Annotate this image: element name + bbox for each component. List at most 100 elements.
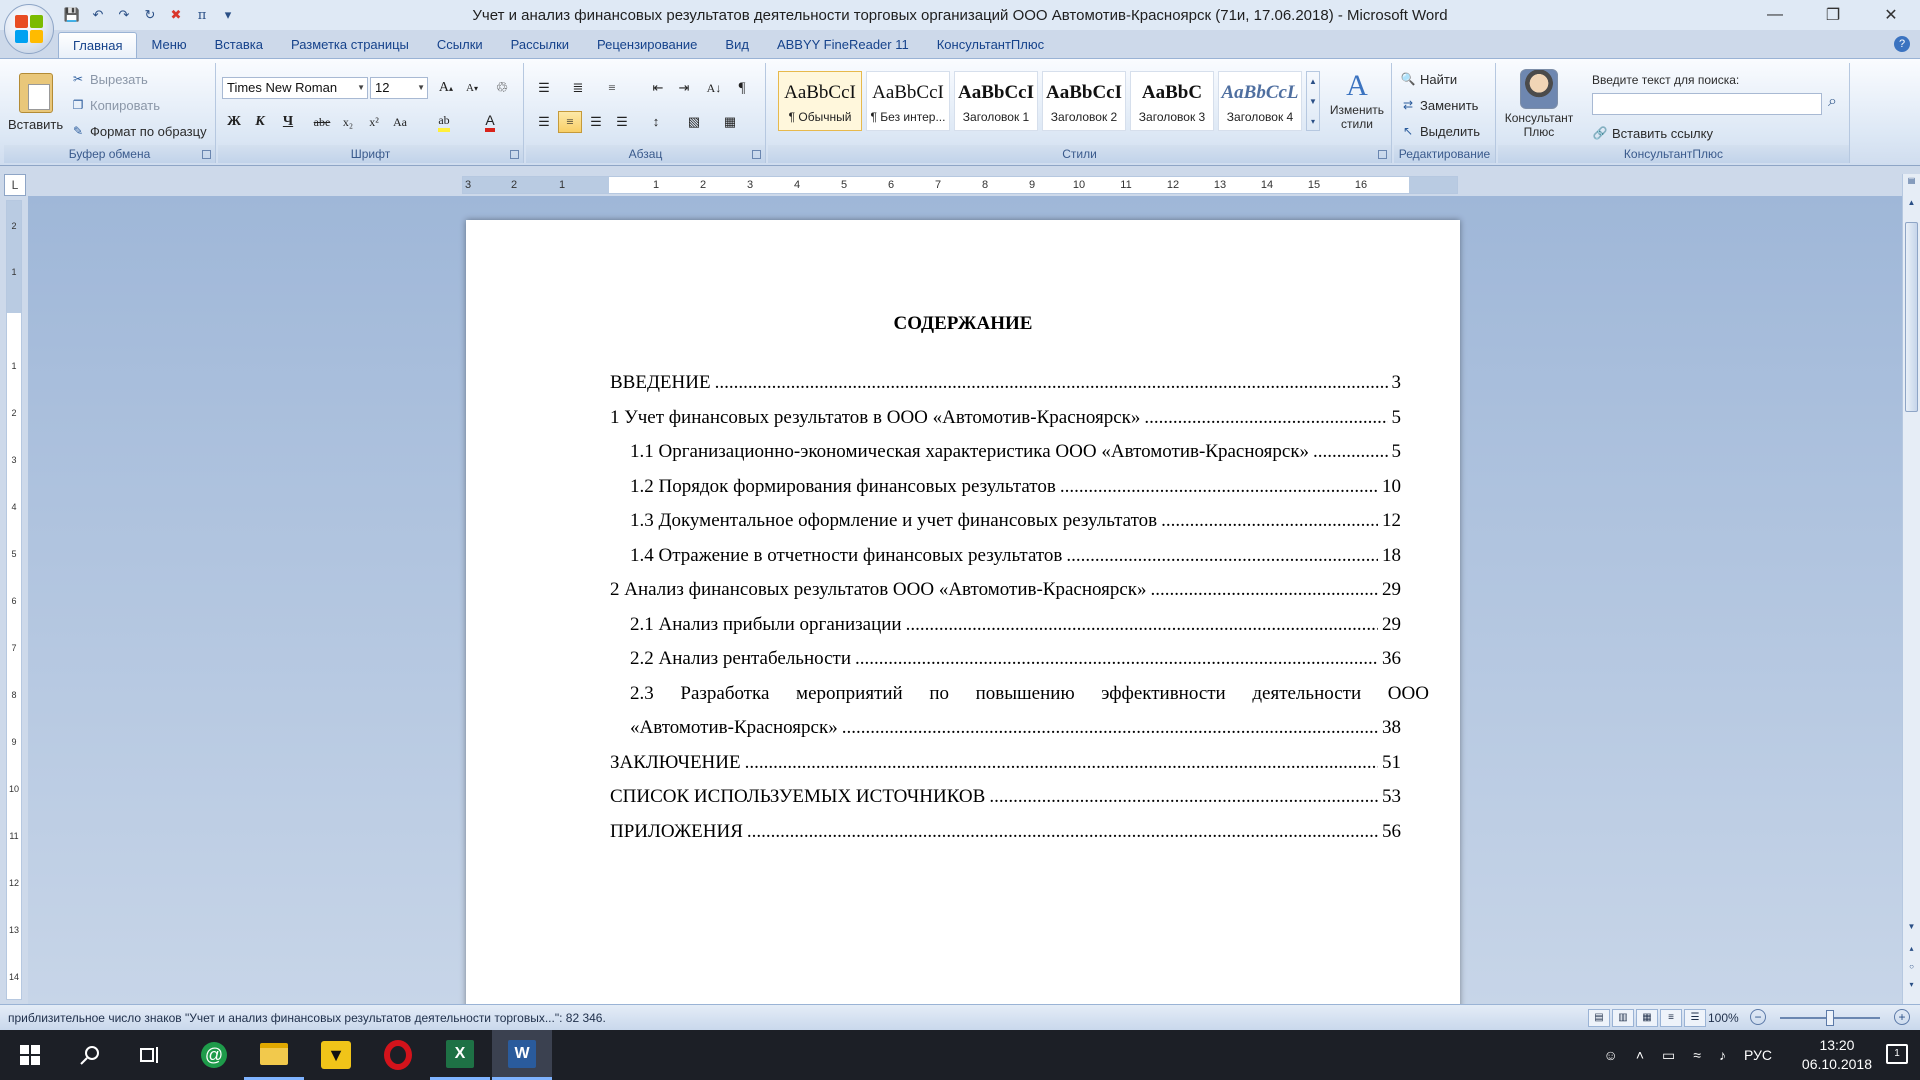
document-area[interactable]: СОДЕРЖАНИЕ ВВЕДЕНИЕ 3 1 Учет финансовых р… xyxy=(28,196,1902,1004)
clear-format-icon[interactable]: ♲ xyxy=(490,77,514,99)
toc-entry[interactable]: ЗАКЛЮЧЕНИЕ 51 xyxy=(610,751,1401,775)
style-no-spacing[interactable]: AaBbCcI ¶ Без интер... xyxy=(866,71,950,131)
reading-layout-icon[interactable]: ▥ xyxy=(1612,1009,1634,1027)
justify-icon[interactable]: ☰ xyxy=(610,111,634,133)
styles-launcher-icon[interactable] xyxy=(1378,150,1387,159)
pi-icon[interactable]: π xyxy=(192,5,212,25)
style-heading-2[interactable]: AaBbCcI Заголовок 2 xyxy=(1042,71,1126,131)
ruler-toggle-icon[interactable]: ▤ xyxy=(1905,176,1918,190)
restore-button[interactable]: ❐ xyxy=(1804,0,1862,30)
search-icon[interactable]: ⌕ xyxy=(1828,93,1837,111)
paragraph-launcher-icon[interactable] xyxy=(752,150,761,159)
redo-icon[interactable]: ↷ xyxy=(114,5,134,25)
tab-abbyy[interactable]: ABBYY FineReader 11 xyxy=(763,32,923,58)
search-button[interactable] xyxy=(60,1030,120,1080)
bullets-icon[interactable]: ☰ xyxy=(532,77,556,99)
previous-page-icon[interactable]: ▴ xyxy=(1905,944,1918,958)
volume-icon[interactable]: ♪ xyxy=(1719,1047,1726,1063)
font-launcher-icon[interactable] xyxy=(510,150,519,159)
vertical-ruler[interactable]: 2 1 1 2 3 4 5 6 7 8 9 10 11 12 13 14 xyxy=(6,200,22,1000)
underline-button[interactable]: Ч xyxy=(276,111,300,133)
zoom-out-icon[interactable]: − xyxy=(1750,1009,1766,1025)
taskbar-app-mail-agent[interactable]: @ xyxy=(184,1030,244,1080)
repeat-icon[interactable]: ↻ xyxy=(140,5,160,25)
copy-button[interactable]: ❐ Копировать xyxy=(70,97,160,113)
taskbar-app-word[interactable]: W xyxy=(492,1030,552,1080)
tab-mailings[interactable]: Рассылки xyxy=(497,32,583,58)
style-heading-1[interactable]: AaBbCcI Заголовок 1 xyxy=(954,71,1038,131)
tab-home[interactable]: Главная xyxy=(58,32,138,58)
toc-entry[interactable]: «Автомотив-Красноярск» 38 xyxy=(630,716,1401,740)
horizontal-ruler[interactable]: 3 2 1 1 2 3 4 5 6 7 8 9 10 11 12 13 14 1… xyxy=(462,176,1458,194)
system-clock[interactable]: 13:20 06.10.2018 xyxy=(1802,1036,1872,1074)
toc-entry[interactable]: СПИСОК ИСПОЛЬЗУЕМЫХ ИСТОЧНИКОВ 53 xyxy=(610,785,1401,809)
align-right-icon[interactable]: ☰ xyxy=(584,111,608,133)
zoom-level[interactable]: 100% xyxy=(1708,1011,1739,1025)
toc-entry[interactable]: 1.2 Порядок формирования финансовых резу… xyxy=(630,475,1401,499)
show-hidden-icons[interactable]: ˄ xyxy=(1636,1047,1644,1063)
taskbar-app-game[interactable]: ▼ xyxy=(306,1030,366,1080)
web-layout-icon[interactable]: ▦ xyxy=(1636,1009,1658,1027)
select-button[interactable]: ↖ Выделить xyxy=(1400,123,1480,139)
zoom-in-icon[interactable]: + xyxy=(1894,1009,1910,1025)
close-icon[interactable]: ✖ xyxy=(166,5,186,25)
paste-button[interactable]: Вставить xyxy=(8,73,63,132)
next-page-icon[interactable]: ▾ xyxy=(1905,980,1918,994)
shrink-font-button[interactable]: A ▾ xyxy=(460,77,484,99)
outline-icon[interactable]: ≡ xyxy=(1660,1009,1682,1027)
task-view-button[interactable] xyxy=(120,1030,180,1080)
align-left-icon[interactable]: ☰ xyxy=(532,111,556,133)
decrease-indent-icon[interactable]: ⇤ xyxy=(646,77,670,99)
align-center-icon[interactable]: ≡ xyxy=(558,111,582,133)
superscript-button[interactable]: x² xyxy=(362,111,386,133)
tab-menu[interactable]: Меню xyxy=(137,32,200,58)
style-heading-3[interactable]: AaBbC Заголовок 3 xyxy=(1130,71,1214,131)
minimize-button[interactable]: — xyxy=(1746,0,1804,30)
scroll-thumb[interactable] xyxy=(1905,222,1918,412)
document-page[interactable]: СОДЕРЖАНИЕ ВВЕДЕНИЕ 3 1 Учет финансовых р… xyxy=(466,220,1460,1004)
strikethrough-button[interactable]: abe xyxy=(310,111,334,133)
toc-entry[interactable]: 1.1 Организационно-экономическая характе… xyxy=(630,440,1401,464)
font-color-icon[interactable]: A xyxy=(478,111,502,133)
italic-button[interactable]: К xyxy=(248,111,272,133)
styles-scroll[interactable]: ▲ ▼ ▾ xyxy=(1306,71,1320,131)
toc-entry[interactable]: 1.4 Отражение в отчетности финансовых ре… xyxy=(630,544,1401,568)
toc-entry[interactable]: 2 Анализ финансовых результатов ООО «Авт… xyxy=(610,578,1401,602)
highlight-icon[interactable]: ab xyxy=(432,111,456,133)
taskbar-app-excel[interactable]: X xyxy=(430,1030,490,1080)
draft-icon[interactable]: ☰ xyxy=(1684,1009,1706,1027)
office-button[interactable] xyxy=(4,4,54,54)
scroll-up-icon[interactable]: ▲ xyxy=(1905,198,1918,212)
consultant-plus-button[interactable]: Консультант Плюс xyxy=(1504,69,1574,139)
tab-view[interactable]: Вид xyxy=(711,32,763,58)
toc-entry[interactable]: 1 Учет финансовых результатов в ООО «Авт… xyxy=(610,406,1401,430)
close-button[interactable]: ✕ xyxy=(1862,0,1920,30)
browse-object-icon[interactable]: ○ xyxy=(1905,962,1918,976)
toc-entry[interactable]: 2.1 Анализ прибыли организации 29 xyxy=(630,613,1401,637)
borders-icon[interactable]: ▦ xyxy=(718,111,742,133)
tab-insert[interactable]: Вставка xyxy=(201,32,277,58)
show-marks-icon[interactable]: ¶ xyxy=(730,77,754,99)
language-indicator[interactable]: РУС xyxy=(1744,1047,1772,1063)
shading-icon[interactable]: ▧ xyxy=(682,111,706,133)
notifications-icon[interactable]: 1 xyxy=(1886,1044,1908,1064)
subscript-button[interactable]: x₂ xyxy=(336,111,360,133)
wifi-icon[interactable]: ≈ xyxy=(1693,1047,1701,1063)
style-normal[interactable]: AaBbCcI ¶ Обычный xyxy=(778,71,862,131)
sort-icon[interactable]: A↓ xyxy=(702,77,726,99)
tab-consultant[interactable]: КонсультантПлюс xyxy=(923,32,1058,58)
taskbar-app-explorer[interactable] xyxy=(244,1030,304,1080)
insert-link-button[interactable]: 🔗 Вставить ссылку xyxy=(1592,125,1713,141)
numbering-icon[interactable]: ≣ xyxy=(566,77,590,99)
font-name-combo[interactable]: Times New Roman ▼ xyxy=(222,77,368,99)
toc-entry[interactable]: ВВЕДЕНИЕ 3 xyxy=(610,371,1401,395)
toc-entry[interactable]: 2.2 Анализ рентабельности 36 xyxy=(630,647,1401,671)
style-heading-4[interactable]: AaBbCcL Заголовок 4 xyxy=(1218,71,1302,131)
toc-entry[interactable]: 1.3 Документальное оформление и учет фин… xyxy=(630,509,1401,533)
help-icon[interactable]: ? xyxy=(1894,36,1910,52)
change-case-button[interactable]: Aa xyxy=(388,111,412,133)
clipboard-launcher-icon[interactable] xyxy=(202,150,211,159)
bold-button[interactable]: Ж xyxy=(222,111,246,133)
save-icon[interactable]: 💾 xyxy=(62,5,82,25)
start-button[interactable] xyxy=(0,1030,60,1080)
